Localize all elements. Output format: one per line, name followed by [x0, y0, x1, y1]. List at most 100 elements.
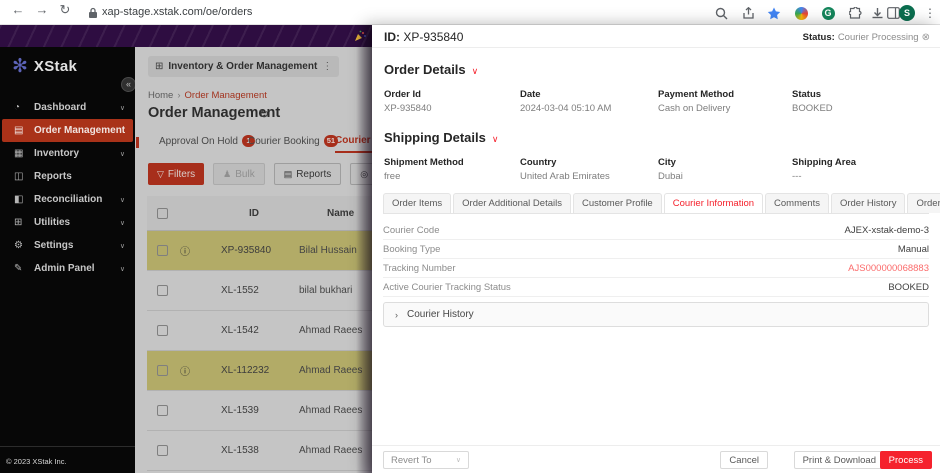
tab-customer-profile[interactable]: Customer Profile [572, 193, 662, 213]
bulk-button[interactable]: ♟ Bulk [213, 163, 265, 185]
funnel-icon: ▽ [157, 168, 164, 179]
sidebar-item-utilities[interactable]: ⊞ Utilities ∨ [0, 211, 135, 234]
target-icon: ◎ [360, 168, 369, 179]
status-label: Status: [802, 32, 835, 43]
sidebar-item-reports[interactable]: ◫ Reports [0, 165, 135, 188]
collapse-chevron-icon[interactable]: ∨ [472, 66, 479, 76]
tab-approval-on-hold[interactable]: Approval On Hold 1 [159, 135, 255, 147]
sidebar: ✻ XStak « ◔ Dashboard ∨ ▤ Order Manageme… [0, 47, 136, 473]
shipping-details-section-title: Shipping Details ∨ [384, 130, 499, 145]
cell-name: bilal bukhari [299, 285, 353, 296]
info-icon[interactable]: ⓘ [180, 243, 194, 258]
sidebar-menu: ◔ Dashboard ∨ ▤ Order Management ▦ Inven… [0, 96, 135, 280]
table-row[interactable]: XL-1552 bilal bukhari [147, 271, 372, 311]
browser-menu-icon[interactable]: ⋮ [921, 4, 939, 22]
breadcrumb-current[interactable]: Order Management [185, 90, 267, 101]
grammarly-icon[interactable]: G [819, 4, 837, 22]
drawer-footer: Revert To ∨ Cancel Print & Download Proc… [372, 445, 940, 473]
actions-via-file-button[interactable]: ◎ Actions via F [350, 163, 372, 185]
courier-history-collapse[interactable]: › Courier History [383, 302, 929, 327]
sidebar-item-label: Settings [34, 240, 74, 251]
refresh-icon[interactable]: ↻ [259, 107, 269, 121]
cell-name: Ahmad Raees [299, 445, 363, 456]
tab-courier-booking[interactable]: Courier Booking 51 [248, 135, 339, 147]
column-header-id: ID [249, 207, 259, 219]
cell-name: Ahmad Raees [299, 325, 363, 336]
reports-button[interactable]: ▤ Reports [273, 163, 342, 185]
status-value: Courier Processing [837, 32, 919, 43]
print-download-button[interactable]: Print & Download [793, 451, 885, 469]
tab-courier-information[interactable]: Courier Information [663, 193, 764, 213]
xstak-logo: ✻ XStak [12, 55, 77, 78]
profile-avatar[interactable]: S [898, 4, 916, 22]
tab-order-additional-details[interactable]: Order Additional Details [453, 193, 571, 213]
row-checkbox[interactable] [157, 285, 168, 296]
tab-order-history[interactable]: Order History [830, 193, 906, 213]
cell-name: Ahmad Raees [299, 405, 363, 416]
order-id-label: ID: [384, 30, 400, 44]
address-bar[interactable]: xap-stage.xstak.com/oe/orders [102, 6, 252, 18]
tab-order-tags[interactable]: Order Tags [907, 193, 940, 213]
tab-order-items[interactable]: Order Items [383, 193, 452, 213]
info-icon[interactable]: ⓘ [180, 363, 194, 378]
tracking-number-link[interactable]: AJS000000068883 [848, 263, 929, 274]
field-label: City [658, 157, 676, 168]
chevron-right-icon: › [395, 309, 398, 320]
table-row[interactable]: ⓘ XP-935840 Bilal Hussain [147, 231, 372, 271]
filters-button[interactable]: ▽ Filters [148, 163, 205, 185]
order-management-icon: ▤ [14, 125, 24, 136]
order-status-tabs: Approval On Hold 1 Courier Booking 51 Cour… [135, 135, 372, 153]
sidebar-item-label: Inventory [34, 148, 80, 159]
sidebar-item-admin-panel[interactable]: ✎ Admin Panel ∨ [0, 257, 135, 280]
tab-comments[interactable]: Comments [765, 193, 829, 213]
party-popper-icon [355, 30, 366, 41]
table-row[interactable]: XL-1539 Ahmad Raees [147, 391, 372, 431]
cell-id: XL-1542 [221, 325, 259, 336]
row-checkbox[interactable] [157, 405, 168, 416]
sidebar-item-inventory[interactable]: ▦ Inventory ∨ [0, 142, 135, 165]
courier-code-row: Courier Code AJEX-xstak-demo-3 [383, 221, 929, 240]
cell-id: XP-935840 [221, 245, 272, 256]
tab-courier-processing[interactable]: Courier Pro [335, 135, 372, 146]
order-detail-drawer: ID: XP-935840 Status: Courier Processing… [372, 25, 940, 473]
extension-color-icon[interactable] [792, 4, 810, 22]
search-icon[interactable] [712, 4, 730, 22]
sidebar-item-label: Utilities [34, 217, 71, 228]
sidebar-item-settings[interactable]: ⚙ Settings ∨ [0, 234, 135, 257]
row-checkbox[interactable] [157, 245, 168, 256]
sidebar-item-dashboard[interactable]: ◔ Dashboard ∨ [0, 96, 135, 119]
row-checkbox[interactable] [157, 365, 168, 376]
row-checkbox[interactable] [157, 325, 168, 336]
browser-reload-icon[interactable]: ↻ [55, 2, 75, 18]
cell-id: XL-1538 [221, 445, 259, 456]
bookmark-star-icon[interactable] [765, 4, 783, 22]
sidebar-item-reconciliation[interactable]: ◧ Reconciliation ∨ [0, 188, 135, 211]
table-row[interactable]: XL-1538 Ahmad Raees [147, 431, 372, 471]
sidebar-item-label: Dashboard [34, 102, 87, 113]
status-info-icon[interactable]: ⊗ [922, 32, 930, 43]
sidebar-collapse-button[interactable]: « [121, 77, 136, 92]
process-button[interactable]: Process [879, 451, 932, 469]
table-row[interactable]: ⓘ XL-112232 Ahmad Raees [147, 351, 372, 391]
inventory-icon: ▦ [14, 148, 24, 159]
row-value: AJEX-xstak-demo-3 [844, 224, 929, 236]
revert-to-select[interactable]: Revert To ∨ [383, 451, 469, 469]
collapse-chevron-icon[interactable]: ∨ [492, 134, 499, 144]
table-row[interactable]: XL-1542 Ahmad Raees [147, 311, 372, 351]
browser-forward-icon[interactable]: → [32, 2, 52, 17]
breadcrumb-home[interactable]: Home [148, 90, 173, 101]
field-label: Payment Method [658, 89, 735, 100]
cell-name: Ahmad Raees [299, 365, 363, 376]
browser-back-icon[interactable]: ← [8, 2, 28, 17]
extensions-puzzle-icon[interactable] [846, 4, 864, 22]
padlock-icon [88, 7, 98, 19]
sidebar-item-order-management[interactable]: ▤ Order Management [2, 119, 133, 142]
select-all-checkbox[interactable] [157, 207, 168, 219]
select-value: Revert To [391, 454, 432, 466]
share-icon[interactable] [739, 4, 757, 22]
reconciliation-icon: ◧ [14, 194, 24, 205]
row-checkbox[interactable] [157, 445, 168, 456]
workspace-switcher-chip[interactable]: ⊞ Inventory & Order Management ⋮ [148, 56, 340, 77]
sidebar-item-label: Order Management [34, 125, 126, 136]
cancel-button[interactable]: Cancel [720, 451, 768, 469]
